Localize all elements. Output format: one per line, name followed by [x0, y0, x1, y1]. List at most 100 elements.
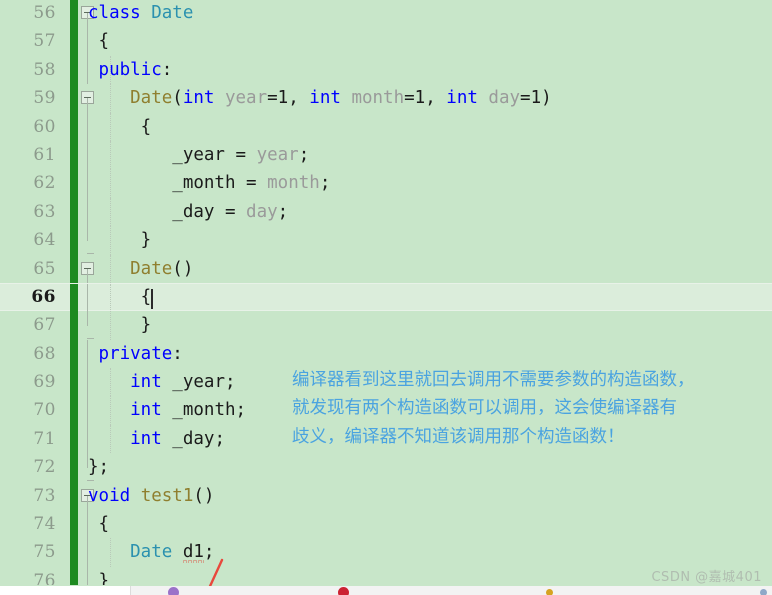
- status-icon-yellow: [546, 589, 553, 595]
- code-line[interactable]: 73 void test1(): [0, 481, 772, 511]
- code-token: _year;: [161, 372, 236, 393]
- code-text: Date(int year=1, int month=1, int day=1): [88, 84, 552, 112]
- code-token: int: [182, 88, 215, 109]
- code-token: _month =: [88, 173, 268, 194]
- change-bar: [70, 112, 78, 141]
- code-token: }: [88, 315, 152, 336]
- code-token: _day =: [88, 201, 247, 222]
- code-token: Date: [88, 88, 173, 109]
- change-bar: [70, 55, 78, 85]
- code-text: void test1(): [88, 482, 214, 510]
- change-bar: [70, 481, 78, 511]
- code-token: Date: [88, 258, 173, 279]
- code-line[interactable]: 59 Date(int year=1, int month=1, int day…: [0, 84, 772, 113]
- line-number: 69: [33, 372, 56, 393]
- code-line[interactable]: 72};: [0, 453, 772, 482]
- code-text: }: [88, 226, 152, 254]
- line-number: 67: [33, 315, 56, 336]
- visual-studio-editor-screenshot: 56 class Date 57 {58 public: 59 Date(int ye…: [0, 0, 772, 595]
- code-line[interactable]: 68 private:: [0, 339, 772, 369]
- code-token: =1,: [404, 88, 447, 109]
- code-token: int: [309, 88, 341, 109]
- code-token: year: [214, 88, 268, 109]
- change-bar: [70, 197, 78, 227]
- csdn-watermark: CSDN @嘉城401: [651, 570, 762, 585]
- change-bar: [70, 368, 78, 397]
- code-token: int: [88, 400, 162, 421]
- code-token: int: [88, 372, 162, 393]
- code-line[interactable]: 61 _year = year;: [0, 140, 772, 170]
- code-token: class: [88, 3, 141, 23]
- code-token: int: [446, 88, 478, 109]
- code-token: ;: [319, 173, 331, 194]
- line-number: 59: [33, 88, 56, 109]
- line-number: 68: [33, 343, 56, 364]
- code-line[interactable]: 74 {: [0, 510, 772, 539]
- code-text: }: [88, 567, 110, 585]
- code-token: (): [172, 258, 194, 279]
- code-token: ;: [298, 144, 310, 165]
- code-token: day: [246, 201, 278, 222]
- code-token: void: [88, 485, 131, 506]
- change-bar: [70, 84, 78, 113]
- change-bar: [70, 538, 78, 567]
- line-number: 66: [31, 286, 56, 307]
- code-text: };: [88, 453, 109, 481]
- line-number: 73: [33, 485, 56, 506]
- code-token: (): [193, 485, 215, 506]
- code-line[interactable]: 58 public:: [0, 55, 772, 85]
- code-text: }: [88, 311, 152, 339]
- annotation-overlay: 编译器看到这里就回去调用不需要参数的构造函数， 就发现有两个构造函数可以调用，这…: [292, 366, 772, 451]
- line-number: 72: [33, 457, 56, 478]
- line-number: 63: [33, 201, 56, 222]
- code-token: =1): [520, 88, 552, 109]
- code-line[interactable]: 65 Date(): [0, 254, 772, 283]
- code-text: int _year;: [88, 368, 236, 396]
- line-number: 61: [33, 144, 56, 165]
- change-bar: [70, 453, 78, 482]
- code-text: _month = month;: [88, 169, 330, 197]
- code-line[interactable]: 67 }: [0, 311, 772, 340]
- line-number: 64: [33, 230, 56, 251]
- line-number: 60: [33, 116, 56, 137]
- code-text: {: [88, 113, 152, 141]
- code-text: int _day;: [88, 425, 225, 453]
- line-number: 75: [33, 542, 56, 563]
- code-line[interactable]: 56 class Date: [0, 0, 772, 28]
- status-icon-red: [338, 587, 349, 595]
- code-token: };: [88, 457, 110, 478]
- code-token: {: [88, 514, 110, 535]
- error-list-panel-peek[interactable]: [0, 586, 772, 595]
- code-token: _month;: [161, 400, 247, 421]
- code-token: (: [172, 88, 183, 109]
- change-bar: [70, 311, 78, 340]
- code-token: _year =: [88, 144, 257, 165]
- code-text: Date(): [88, 255, 193, 283]
- code-token: year: [256, 144, 299, 165]
- code-line[interactable]: 66 {: [0, 282, 772, 313]
- code-line[interactable]: 60 {: [0, 112, 772, 141]
- code-token: =1,: [267, 88, 310, 109]
- code-text: {: [88, 27, 110, 55]
- line-number: 76: [33, 570, 56, 585]
- change-bar: [70, 254, 78, 283]
- code-line[interactable]: 64 }: [0, 226, 772, 255]
- change-bar: [70, 140, 78, 170]
- code-line[interactable]: 75 Date d1;: [0, 538, 772, 567]
- change-bar: [70, 510, 78, 539]
- code-editor-surface[interactable]: 56 class Date 57 {58 public: 59 Date(int ye…: [0, 0, 772, 585]
- code-line[interactable]: 62 _month = month;: [0, 169, 772, 198]
- code-token: month: [267, 173, 320, 194]
- code-text: private:: [88, 340, 183, 368]
- panel-tab-stub[interactable]: [0, 586, 131, 595]
- line-number: 71: [33, 428, 56, 449]
- code-token: private: [88, 343, 173, 364]
- line-number: 57: [33, 31, 56, 52]
- code-line[interactable]: 63 _day = day;: [0, 197, 772, 227]
- code-line[interactable]: 57 {: [0, 27, 772, 56]
- code-text: int _month;: [88, 396, 246, 424]
- line-number: 74: [33, 514, 56, 535]
- change-bar: [70, 566, 78, 585]
